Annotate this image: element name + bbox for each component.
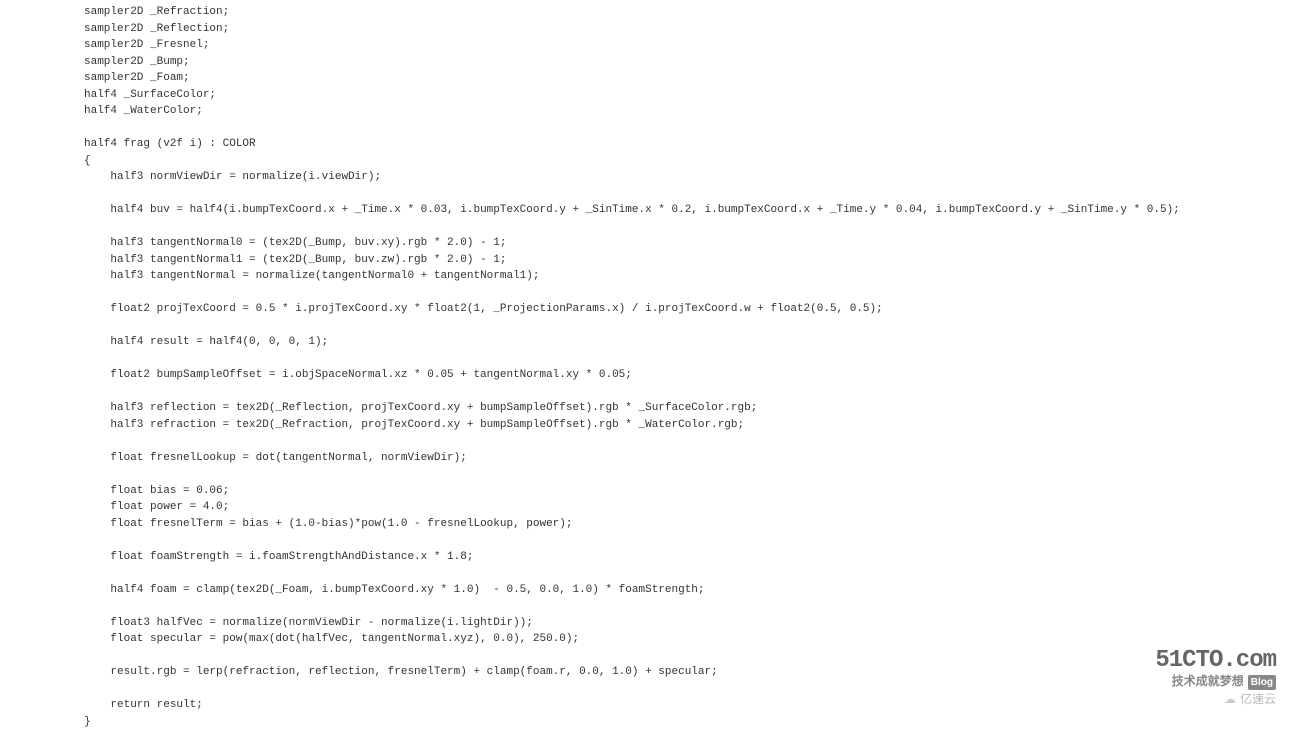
cloud-icon: ☁ bbox=[1224, 692, 1236, 706]
watermark-brand: 51CTO.com bbox=[1155, 650, 1276, 672]
blog-badge: Blog bbox=[1248, 675, 1276, 690]
code-block: sampler2D _Refraction; sampler2D _Reflec… bbox=[84, 4, 1290, 730]
watermark-tagline: 技术成就梦想Blog bbox=[1155, 672, 1276, 690]
watermark: 51CTO.com 技术成就梦想Blog ☁亿速云 bbox=[1155, 650, 1276, 708]
watermark-sub: ☁亿速云 bbox=[1155, 690, 1276, 708]
